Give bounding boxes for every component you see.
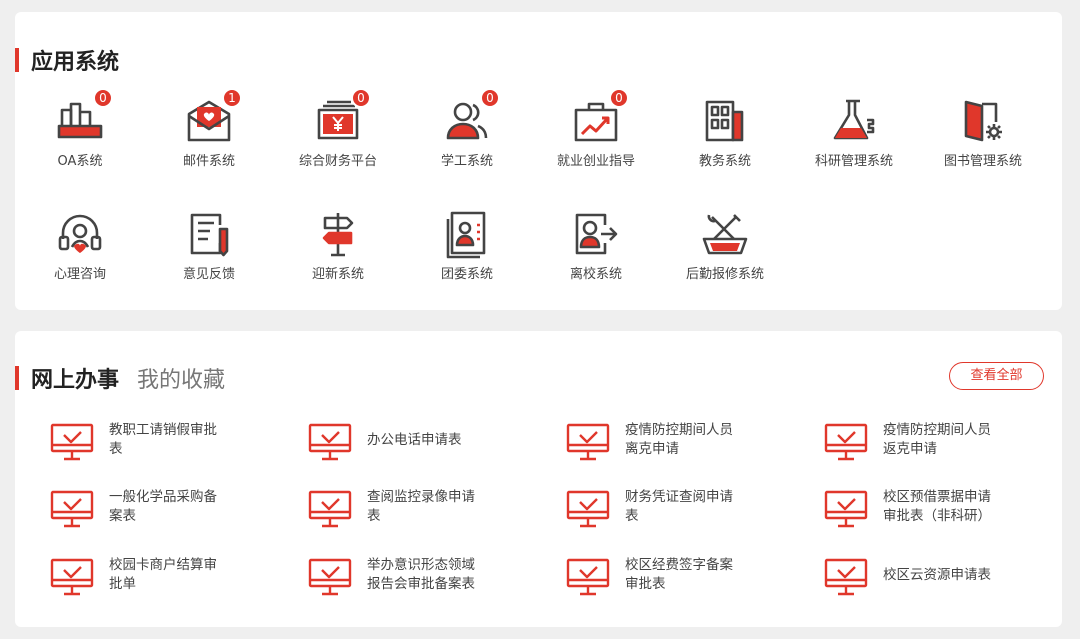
app-feedback[interactable]: 意见反馈 — [144, 209, 274, 295]
service-label: 校区预借票据申请 审批表（非科研） — [883, 489, 991, 524]
app-counseling[interactable]: 心理咨询 — [15, 209, 145, 295]
service-label: 疫情防控期间人员 离克申请 — [625, 422, 733, 457]
service-label: 校区经费签字备案 审批表 — [625, 557, 733, 592]
service-item[interactable]: 教职工请销假审批表 — [50, 421, 290, 471]
app-badge: 0 — [93, 88, 113, 108]
office-card: 网上办事 我的收藏 查看全部 教职工请销假审批表 办公电话申请表 疫情防控期间人… — [15, 331, 1062, 627]
app-departure[interactable]: 离校系统 — [531, 209, 661, 295]
monitor-check-icon — [308, 423, 352, 463]
app-mail[interactable]: 1 邮件系统 — [144, 88, 274, 182]
app-label: 图书管理系统 — [943, 154, 1022, 169]
app-label: 后勤报修系统 — [685, 267, 764, 282]
service-label: 办公电话申请表 — [367, 432, 462, 448]
app-label: 意见反馈 — [182, 267, 235, 282]
apps-title: 应用系统 — [31, 50, 120, 75]
favorites-tab[interactable]: 我的收藏 — [137, 362, 225, 394]
service-item[interactable]: 疫情防控期间人员 返克申请 — [824, 421, 1064, 471]
office-title[interactable]: 网上办事 — [31, 362, 119, 394]
app-label: 心理咨询 — [53, 267, 106, 282]
office-building-icon — [700, 96, 750, 146]
view-all-button[interactable]: 查看全部 — [949, 362, 1044, 390]
service-item[interactable]: 校区云资源申请表 — [824, 556, 1064, 606]
monitor-check-icon — [824, 558, 868, 598]
title-accent-bar — [15, 366, 19, 390]
monitor-check-icon — [50, 490, 94, 530]
monitor-check-icon — [50, 558, 94, 598]
monitor-check-icon — [566, 558, 610, 598]
service-item[interactable]: 校区预借票据申请 审批表（非科研） — [824, 488, 1064, 538]
service-label: 教职工请销假审批表 — [109, 422, 217, 457]
monitor-check-icon — [824, 423, 868, 463]
app-career[interactable]: 0 就业创业指导 — [531, 88, 661, 182]
office-section-title: 网上办事 我的收藏 — [15, 362, 225, 394]
service-label: 校区云资源申请表 — [883, 567, 991, 583]
monitor-check-icon — [566, 423, 610, 463]
apps-card: 应用系统 0 OA系统 1 邮件系统 0 综合财务平台 0 学工系统 0 就业创… — [15, 12, 1062, 310]
service-label: 校园卡商户结算审 批单 — [109, 557, 217, 592]
app-badge: 0 — [351, 88, 371, 108]
service-label: 疫情防控期间人员 返克申请 — [883, 422, 991, 457]
app-label: 就业创业指导 — [556, 154, 635, 169]
service-item[interactable]: 疫情防控期间人员 离克申请 — [566, 421, 806, 471]
service-item[interactable]: 财务凭证查阅申请表 — [566, 488, 806, 538]
app-oa[interactable]: 0 OA系统 — [15, 88, 145, 182]
service-item[interactable]: 一般化学品采购备 案表 — [50, 488, 290, 538]
service-item[interactable]: 举办意识形态领域 报告会审批备案表 — [308, 556, 548, 606]
signpost-icon — [313, 209, 363, 259]
repair-tools-icon — [700, 209, 750, 259]
service-label: 查阅监控录像申请表 — [367, 489, 475, 524]
service-item[interactable]: 校区经费签字备案 审批表 — [566, 556, 806, 606]
app-youth-league[interactable]: 团委系统 — [402, 209, 532, 295]
app-label: 教务系统 — [698, 154, 751, 169]
monitor-check-icon — [308, 558, 352, 598]
apps-section-title: 应用系统 — [15, 44, 119, 76]
title-accent-bar — [15, 48, 19, 72]
headset-heart-icon — [55, 209, 105, 259]
app-label: 学工系统 — [440, 154, 493, 169]
service-item[interactable]: 查阅监控录像申请表 — [308, 488, 548, 538]
app-badge: 0 — [609, 88, 629, 108]
app-orientation[interactable]: 迎新系统 — [273, 209, 403, 295]
service-label: 举办意识形态领域 报告会审批备案表 — [367, 557, 475, 592]
app-badge: 0 — [480, 88, 500, 108]
feedback-notepad-icon — [184, 209, 234, 259]
monitor-check-icon — [308, 490, 352, 530]
library-door-gear-icon — [958, 96, 1008, 146]
service-item[interactable]: 校园卡商户结算审 批单 — [50, 556, 290, 606]
app-finance[interactable]: 0 综合财务平台 — [273, 88, 403, 182]
app-library[interactable]: 图书管理系统 — [918, 96, 1048, 182]
app-research[interactable]: 科研管理系统 — [789, 96, 919, 182]
app-badge: 1 — [222, 88, 242, 108]
app-label: 科研管理系统 — [814, 154, 893, 169]
app-label: 综合财务平台 — [298, 154, 377, 169]
app-label: OA系统 — [57, 154, 103, 169]
monitor-check-icon — [824, 490, 868, 530]
user-exit-icon — [571, 209, 621, 259]
flask-icon — [829, 96, 879, 146]
app-repair[interactable]: 后勤报修系统 — [660, 209, 790, 295]
service-label: 财务凭证查阅申请表 — [625, 489, 733, 524]
monitor-check-icon — [50, 423, 94, 463]
app-label: 离校系统 — [569, 267, 622, 282]
service-label: 一般化学品采购备 案表 — [109, 489, 217, 524]
app-label: 迎新系统 — [311, 267, 364, 282]
profile-card-icon — [442, 209, 492, 259]
app-label: 邮件系统 — [182, 154, 235, 169]
monitor-check-icon — [566, 490, 610, 530]
app-student-affairs[interactable]: 0 学工系统 — [402, 88, 532, 182]
app-academic[interactable]: 教务系统 — [660, 96, 790, 182]
app-label: 团委系统 — [440, 267, 493, 282]
service-item[interactable]: 办公电话申请表 — [308, 421, 548, 471]
